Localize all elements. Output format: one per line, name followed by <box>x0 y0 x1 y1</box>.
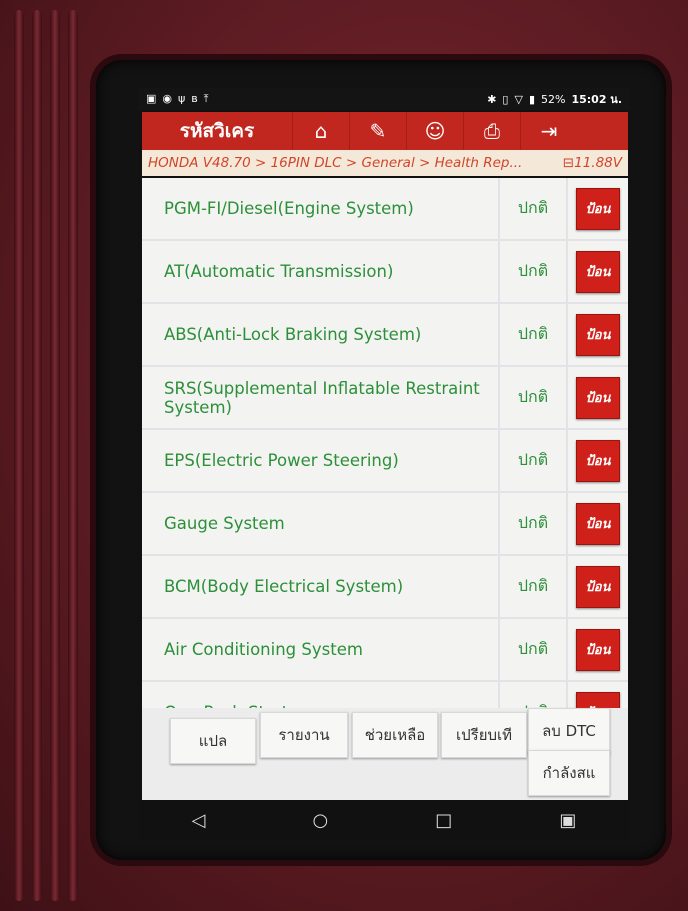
casing-ridge <box>14 10 24 901</box>
enter-button[interactable]: ป้อน <box>576 502 620 545</box>
screenshot-icon[interactable]: ▣ <box>559 810 576 831</box>
system-name: EPS(Electric Power Steering) <box>142 430 500 491</box>
enter-button[interactable]: ป้อน <box>576 565 620 608</box>
system-status: ปกติ <box>500 619 568 680</box>
list-item[interactable]: EPS(Electric Power Steering) ปกติ ป้อน <box>142 430 628 493</box>
system-status: ปกติ <box>500 367 568 428</box>
system-name: AT(Automatic Transmission) <box>142 241 500 302</box>
enter-button[interactable]: ป้อน <box>576 187 620 230</box>
android-nav-bar: ◁ ○ □ ▣ <box>138 800 630 840</box>
system-name: Gauge System <box>142 493 500 554</box>
list-item[interactable]: SRS(Supplemental Inflatable Restraint Sy… <box>142 367 628 430</box>
status-bar: ▣ ◉ ψ ʙ ⤒ ✱ ▯ ▽ ▮ 52% 15:02 น. <box>138 88 630 110</box>
user-icon: ☺ <box>424 119 446 143</box>
recents-icon[interactable]: □ <box>435 810 452 831</box>
user-button[interactable]: ☺ <box>406 112 463 150</box>
system-name: BCM(Body Electrical System) <box>142 556 500 617</box>
home-circle-icon[interactable]: ○ <box>312 810 328 831</box>
system-status: ปกติ <box>500 241 568 302</box>
enter-button[interactable]: ป้อน <box>576 376 620 419</box>
system-name: PGM-FI/Diesel(Engine System) <box>142 178 500 239</box>
exit-icon: ⇥ <box>540 119 558 143</box>
system-status: ปกติ <box>500 304 568 365</box>
enter-button[interactable]: ป้อน <box>576 250 620 293</box>
list-item[interactable]: BCM(Body Electrical System) ปกติ ป้อน <box>142 556 628 619</box>
bluetooth-icon: ✱ <box>487 92 497 106</box>
casing-ridge <box>50 10 60 901</box>
home-button[interactable]: ⌂ <box>292 112 349 150</box>
loading-button[interactable]: กำลังสแ <box>528 750 610 796</box>
print-button[interactable]: ⎙ <box>463 112 520 150</box>
status-icons-left: ▣ ◉ ψ ʙ ⤒ <box>146 92 209 106</box>
enter-button[interactable]: ป้อน <box>576 313 620 356</box>
battery-icon: ⊟ <box>562 155 575 171</box>
chat-icon: ◉ <box>162 92 173 105</box>
system-name: ABS(Anti-Lock Braking System) <box>142 304 500 365</box>
casing-ridge <box>32 10 42 901</box>
back-icon[interactable]: ◁ <box>192 810 206 831</box>
vibrate-icon: ▯ <box>502 92 509 106</box>
list-item[interactable]: Gauge System ปกติ ป้อน <box>142 493 628 556</box>
compare-button[interactable]: เปรียบเที <box>441 712 527 758</box>
edit-button[interactable]: ✎ <box>349 112 406 150</box>
battery-percent: 52% <box>541 92 566 106</box>
print-icon: ⎙ <box>484 119 500 143</box>
upload-icon: ⤒ <box>203 92 209 105</box>
enter-button[interactable]: ป้อน <box>576 628 620 671</box>
exit-button[interactable]: ⇥ <box>520 112 577 150</box>
casing-ridge <box>68 10 78 901</box>
voltage-readout: ⊟11.88V <box>562 155 622 171</box>
usb-icon: ψ <box>178 92 186 105</box>
tablet-screen: ▣ ◉ ψ ʙ ⤒ ✱ ▯ ▽ ▮ 52% 15:02 น. รหัสวิเคร… <box>138 88 630 840</box>
list-item[interactable]: PGM-FI/Diesel(Engine System) ปกติ ป้อน <box>142 178 628 241</box>
system-name: Air Conditioning System <box>142 619 500 680</box>
bluetooth-icon: ʙ <box>191 92 198 105</box>
list-item[interactable]: AT(Automatic Transmission) ปกติ ป้อน <box>142 241 628 304</box>
system-list: PGM-FI/Diesel(Engine System) ปกติ ป้อน A… <box>142 178 628 748</box>
list-item[interactable]: Air Conditioning System ปกติ ป้อน <box>142 619 628 682</box>
home-icon: ⌂ <box>314 119 328 143</box>
enter-button[interactable]: ป้อน <box>576 439 620 482</box>
breadcrumb-path: HONDA V48.70 > 16PIN DLC > General > Hea… <box>148 155 523 171</box>
system-status: ปกติ <box>500 493 568 554</box>
breadcrumb: HONDA V48.70 > 16PIN DLC > General > Hea… <box>142 150 628 176</box>
app-toolbar: รหัสวิเคร ⌂ ✎ ☺ ⎙ ⇥ <box>142 112 628 150</box>
system-status: ปกติ <box>500 556 568 617</box>
image-icon: ▣ <box>146 92 157 105</box>
toolbar-title: รหัสวิเคร <box>179 120 255 142</box>
wifi-icon: ▽ <box>514 92 523 106</box>
edit-icon: ✎ <box>369 119 387 143</box>
translate-button[interactable]: แปล <box>170 718 256 764</box>
clock: 15:02 น. <box>571 93 622 106</box>
battery-icon: ▮ <box>528 92 535 106</box>
clear-dtc-button[interactable]: ลบ DTC <box>528 708 610 754</box>
system-name: SRS(Supplemental Inflatable Restraint Sy… <box>142 367 500 428</box>
help-button[interactable]: ช่วยเหลือ <box>352 712 438 758</box>
status-icons-right: ✱ ▯ ▽ ▮ 52% 15:02 น. <box>487 90 622 108</box>
system-status: ปกติ <box>500 430 568 491</box>
system-status: ปกติ <box>500 178 568 239</box>
report-button[interactable]: รายงาน <box>260 712 348 758</box>
list-item[interactable]: ABS(Anti-Lock Braking System) ปกติ ป้อน <box>142 304 628 367</box>
